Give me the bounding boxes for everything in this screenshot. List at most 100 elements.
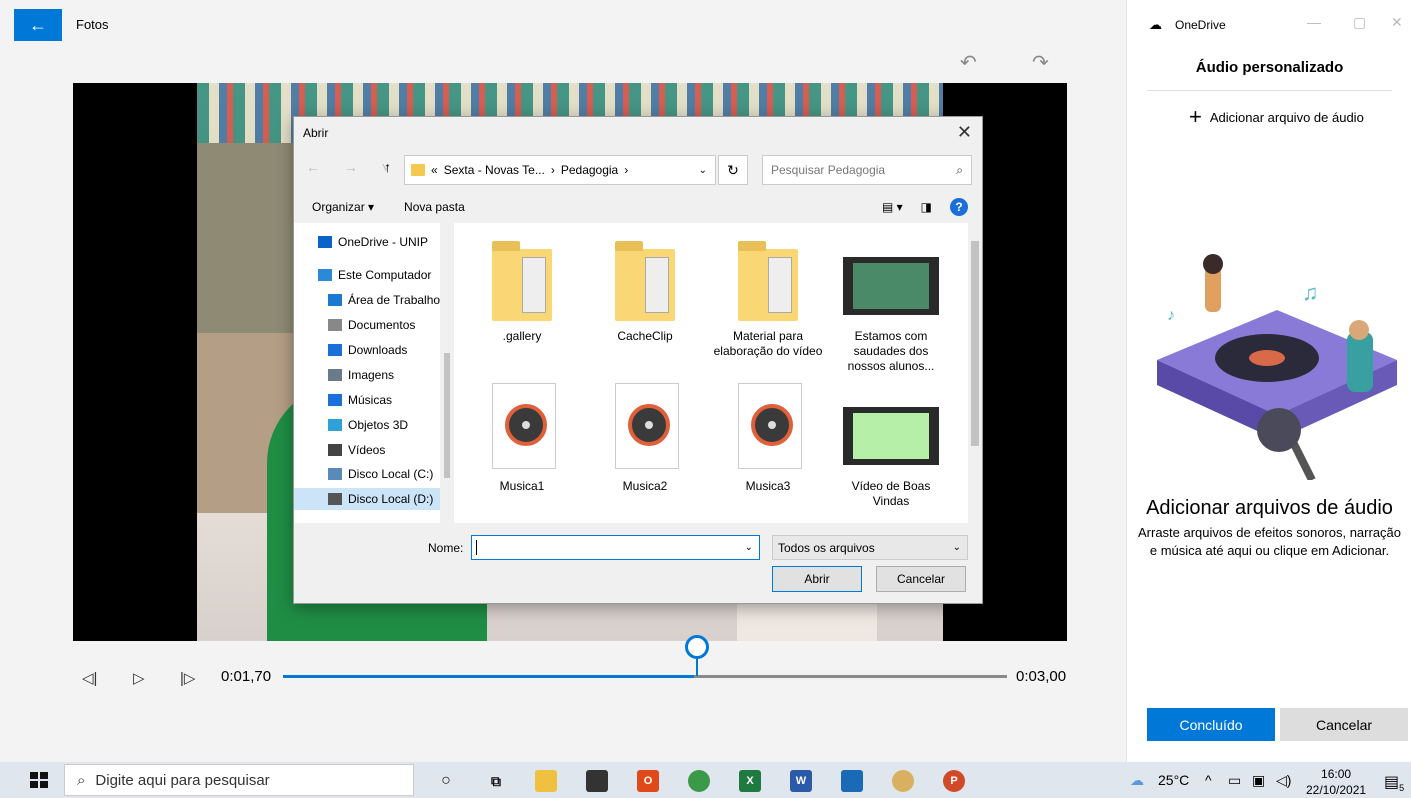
- weather-icon[interactable]: ☁: [1130, 772, 1144, 789]
- new-folder-button[interactable]: Nova pasta: [404, 200, 465, 214]
- file-name-input[interactable]: ⌄: [471, 535, 760, 560]
- paint-icon[interactable]: [892, 770, 914, 792]
- dialog-content: OneDrive - UNIP Este Computador Área de Tr…: [294, 223, 982, 523]
- tree-item[interactable]: Área de Trabalho: [294, 289, 440, 311]
- help-icon[interactable]: ?: [950, 198, 968, 216]
- file-explorer-icon[interactable]: [535, 770, 557, 792]
- tree-item[interactable]: Disco Local (C:): [294, 463, 440, 485]
- open-button[interactable]: Abrir: [772, 566, 862, 592]
- empty-state-title: Adicionar arquivos de áudio: [1146, 497, 1393, 519]
- word-icon[interactable]: W: [790, 770, 812, 792]
- organize-button[interactable]: Organizar ▾: [312, 200, 374, 214]
- tree-item[interactable]: Objetos 3D: [294, 414, 440, 436]
- app-title: Fotos: [76, 17, 109, 32]
- cortana-icon[interactable]: ○: [435, 770, 457, 792]
- windows-start-icon[interactable]: [30, 772, 48, 788]
- chevron-down-icon[interactable]: ⌄: [699, 165, 707, 176]
- chrome-icon[interactable]: [688, 770, 710, 792]
- dialog-cancel-button[interactable]: Cancelar: [876, 566, 966, 592]
- dialog-search-input[interactable]: Pesquisar Pedagogia ⌕: [762, 155, 972, 185]
- drive-icon: [328, 493, 342, 505]
- tree-item-label: Músicas: [348, 393, 393, 407]
- powerpoint-icon[interactable]: P: [943, 770, 965, 792]
- tree-item[interactable]: Este Computador: [294, 264, 440, 286]
- open-file-dialog: Abrir ✕ ← → ˅ ↑ « Sexta - Novas Te... › …: [293, 116, 983, 604]
- network-icon[interactable]: ▣: [1252, 772, 1265, 789]
- file-item[interactable]: Vídeo de Boas Vindas: [835, 383, 947, 509]
- play-icon[interactable]: ▷: [133, 669, 145, 687]
- tree-item-label: Disco Local (D:): [348, 492, 434, 506]
- notifications-icon[interactable]: ▤5: [1384, 772, 1404, 793]
- clock[interactable]: 16:00 22/10/2021: [1306, 766, 1366, 798]
- empty-state-description: Arraste arquivos de efeitos sonoros, nar…: [1137, 525, 1402, 558]
- tree-item-label: OneDrive - UNIP: [338, 235, 429, 249]
- file-item-label: Material para elaboração do vídeo: [713, 329, 823, 358]
- file-item[interactable]: CacheClip: [589, 233, 701, 344]
- up-arrow-icon[interactable]: ↑: [384, 159, 391, 175]
- minimize-icon[interactable]: —: [1307, 14, 1321, 30]
- taskbar-search-input[interactable]: ⌕ Digite aqui para pesquisar: [64, 764, 414, 796]
- maximize-icon[interactable]: ▢: [1353, 14, 1366, 31]
- breadcrumb-part2[interactable]: Pedagogia: [561, 163, 618, 177]
- tree-item[interactable]: OneDrive - UNIP: [294, 231, 440, 253]
- add-audio-button[interactable]: + Adicionar arquivo de áudio: [1189, 104, 1364, 130]
- breadcrumb-part1[interactable]: Sexta - Novas Te...: [444, 163, 545, 177]
- tree-item[interactable]: Disco Local (D:): [294, 488, 440, 510]
- tree-item[interactable]: Imagens: [294, 364, 440, 386]
- tree-item[interactable]: Downloads: [294, 339, 440, 361]
- navigation-scroll-thumb[interactable]: [444, 353, 450, 478]
- file-item-label: Musica1: [499, 479, 545, 493]
- pictures-icon: [328, 369, 342, 381]
- photos-icon[interactable]: [841, 770, 863, 792]
- audio-file-icon: [486, 383, 558, 473]
- task-view-icon[interactable]: ⧉: [485, 770, 507, 792]
- breadcrumb-separator: ›: [624, 163, 629, 177]
- file-item[interactable]: .gallery: [466, 233, 578, 344]
- tree-item[interactable]: Vídeos: [294, 439, 440, 461]
- back-button[interactable]: ←: [14, 9, 62, 41]
- weather-temp[interactable]: 25°C: [1158, 772, 1189, 788]
- address-bar[interactable]: « Sexta - Novas Te... › Pedagogia › ⌄: [404, 155, 716, 185]
- undo-icon[interactable]: ↶: [960, 50, 977, 75]
- battery-icon[interactable]: ▭: [1228, 772, 1241, 789]
- chevron-down-icon[interactable]: ⌄: [745, 542, 753, 553]
- chevron-up-icon[interactable]: ^: [1205, 772, 1212, 788]
- store-icon[interactable]: [586, 770, 608, 792]
- file-item[interactable]: Material para elaboração do vídeo: [712, 233, 824, 359]
- preview-pane-icon[interactable]: ◨: [921, 200, 932, 214]
- office-icon[interactable]: O: [637, 770, 659, 792]
- tree-item-label: Objetos 3D: [348, 418, 409, 432]
- file-list-scroll-thumb[interactable]: [971, 241, 979, 446]
- file-item[interactable]: Musica1: [466, 383, 578, 494]
- redo-icon[interactable]: ↷: [1032, 50, 1049, 75]
- folder-icon: [486, 233, 558, 323]
- scrubber-handle[interactable]: [685, 635, 709, 659]
- previous-frame-icon[interactable]: ◁|: [82, 669, 97, 687]
- volume-icon[interactable]: ◁): [1276, 772, 1291, 789]
- refresh-icon[interactable]: ↻: [718, 155, 748, 185]
- timeline-track[interactable]: [283, 675, 1007, 678]
- tree-item-label: Área de Trabalho: [348, 293, 440, 307]
- file-type-select[interactable]: Todos os arquivos ⌄: [772, 535, 968, 560]
- file-type-value: Todos os arquivos: [778, 540, 875, 555]
- 3d-objects-icon: [328, 419, 342, 431]
- tree-item[interactable]: Músicas: [294, 389, 440, 411]
- panel-cancel-button[interactable]: Cancelar: [1280, 708, 1408, 741]
- tree-item[interactable]: Documentos: [294, 314, 440, 336]
- clock-date: 22/10/2021: [1306, 783, 1367, 797]
- view-options-icon[interactable]: ▤ ▾: [882, 200, 903, 214]
- folder-icon: [609, 233, 681, 323]
- videos-icon: [328, 444, 342, 456]
- custom-audio-panel: ☁ OneDrive — ▢ ✕ Áudio personalizado + A…: [1126, 0, 1411, 762]
- file-item[interactable]: Musica3: [712, 383, 824, 494]
- file-item[interactable]: Estamos com saudades dos nossos alunos..…: [835, 233, 947, 374]
- breadcrumb-prefix: «: [431, 163, 438, 177]
- excel-icon[interactable]: X: [739, 770, 761, 792]
- navigation-pane: OneDrive - UNIP Este Computador Área de Tr…: [294, 223, 454, 523]
- plus-icon: +: [1189, 104, 1202, 129]
- close-icon[interactable]: ✕: [1391, 14, 1403, 31]
- dialog-close-icon[interactable]: ✕: [957, 122, 972, 143]
- done-button[interactable]: Concluído: [1147, 708, 1275, 741]
- next-frame-icon[interactable]: |▷: [180, 669, 195, 687]
- file-item[interactable]: Musica2: [589, 383, 701, 494]
